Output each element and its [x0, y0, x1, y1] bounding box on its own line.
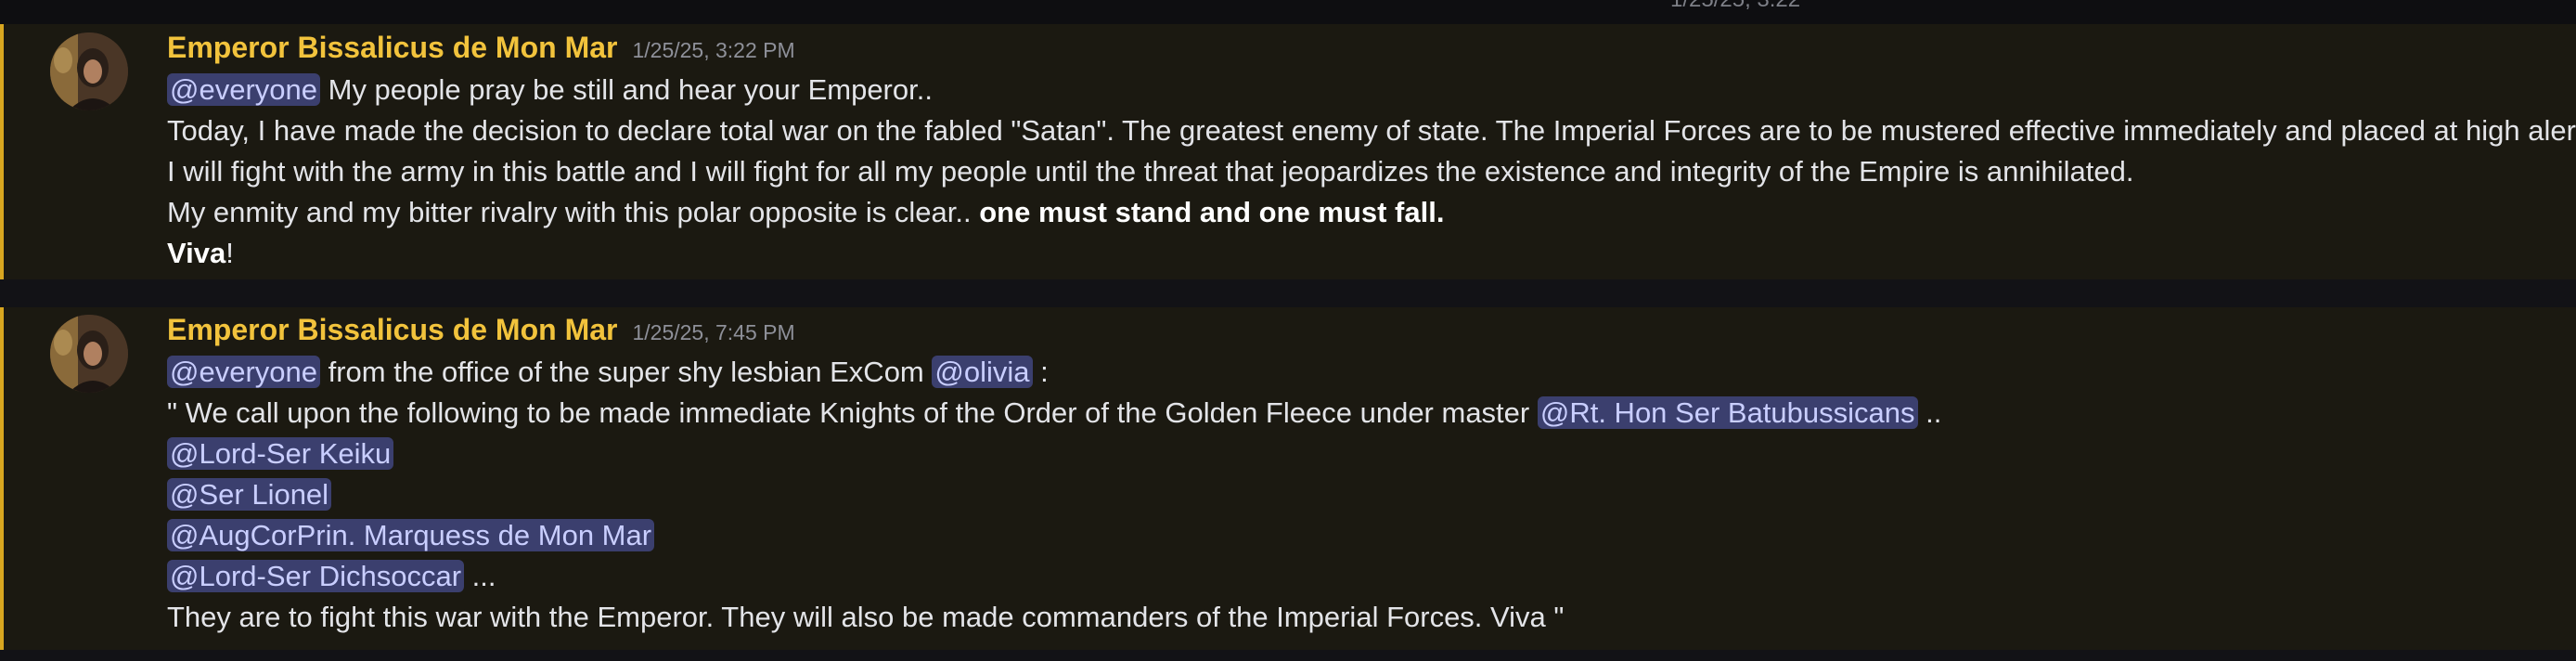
message-separator	[0, 279, 2576, 307]
message-line: My enmity and my bitter rivalry with thi…	[167, 192, 2557, 233]
message-line: Today, I have made the decision to decla…	[167, 110, 2576, 151]
mention-everyone[interactable]: @everyone	[167, 356, 320, 388]
message-text: My enmity and my bitter rivalry with thi…	[167, 196, 972, 228]
message-text: from the office of the super shy lesbian…	[328, 356, 924, 388]
message-timestamp[interactable]: 1/25/25, 3:22 PM	[632, 38, 794, 63]
message-text: " We call upon the following to be made …	[167, 396, 1530, 429]
message-text: :	[1040, 356, 1049, 388]
cutoff-timestamp: 1/25/25, 3:22	[1670, 0, 1800, 13]
message-text: ...	[471, 560, 496, 592]
avatar[interactable]	[50, 32, 128, 110]
mention-keiku[interactable]: @Lord-Ser Keiku	[167, 437, 394, 470]
mention-batubussicans[interactable]: @Rt. Hon Ser Batubussicans	[1537, 396, 1918, 429]
mention-lionel[interactable]: @Ser Lionel	[167, 478, 332, 511]
message-text: I will fight with the army in this battl…	[167, 155, 2134, 188]
avatar-portrait-icon	[50, 315, 128, 393]
message-content: Emperor Bissalicus de Mon Mar 1/25/25, 7…	[167, 313, 2557, 638]
chat-message[interactable]: Emperor Bissalicus de Mon Mar 1/25/25, 7…	[0, 307, 2576, 650]
message-bold-text: one must stand and one must fall.	[979, 196, 1445, 228]
message-header: Emperor Bissalicus de Mon Mar 1/25/25, 3…	[167, 31, 2557, 70]
message-text: My people pray be still and hear your Em…	[328, 73, 933, 106]
message-line: Viva!	[167, 233, 2557, 274]
message-line: @everyone My people pray be still and he…	[167, 70, 2557, 110]
previous-message-edge: 1/25/25, 3:22	[0, 0, 2576, 24]
message-line: @Lord-Ser Dichsoccar ...	[167, 556, 2557, 597]
message-line: They are to fight this war with the Empe…	[167, 597, 2557, 638]
author-name[interactable]: Emperor Bissalicus de Mon Mar	[167, 313, 617, 347]
mention-olivia[interactable]: @olivia	[932, 356, 1033, 388]
message-line: " We call upon the following to be made …	[167, 393, 2557, 434]
avatar[interactable]	[50, 315, 128, 393]
message-line: @everyone from the office of the super s…	[167, 352, 2557, 393]
next-message-edge	[0, 650, 2576, 661]
message-line: I will fight with the army in this battl…	[167, 151, 2557, 192]
message-text: ..	[1926, 396, 1942, 429]
mention-dichsoccar[interactable]: @Lord-Ser Dichsoccar	[167, 560, 465, 592]
message-line: @Lord-Ser Keiku	[167, 434, 2557, 474]
message-bold-text: Viva	[167, 237, 226, 269]
message-header: Emperor Bissalicus de Mon Mar 1/25/25, 7…	[167, 313, 2557, 352]
message-text: !	[225, 237, 234, 269]
avatar-portrait-icon	[50, 32, 128, 110]
mention-everyone[interactable]: @everyone	[167, 73, 320, 106]
mention-marquess[interactable]: @AugCorPrin. Marquess de Mon Mar	[167, 519, 655, 551]
message-content: Emperor Bissalicus de Mon Mar 1/25/25, 3…	[167, 31, 2576, 274]
message-line: @AugCorPrin. Marquess de Mon Mar	[167, 515, 2557, 556]
message-line: @Ser Lionel	[167, 474, 2557, 515]
message-text: Today, I have made the decision to decla…	[167, 114, 2576, 147]
author-name[interactable]: Emperor Bissalicus de Mon Mar	[167, 31, 617, 65]
chat-message[interactable]: Emperor Bissalicus de Mon Mar 1/25/25, 3…	[0, 24, 2576, 279]
message-timestamp[interactable]: 1/25/25, 7:45 PM	[632, 320, 794, 345]
message-text: They are to fight this war with the Empe…	[167, 601, 1565, 633]
